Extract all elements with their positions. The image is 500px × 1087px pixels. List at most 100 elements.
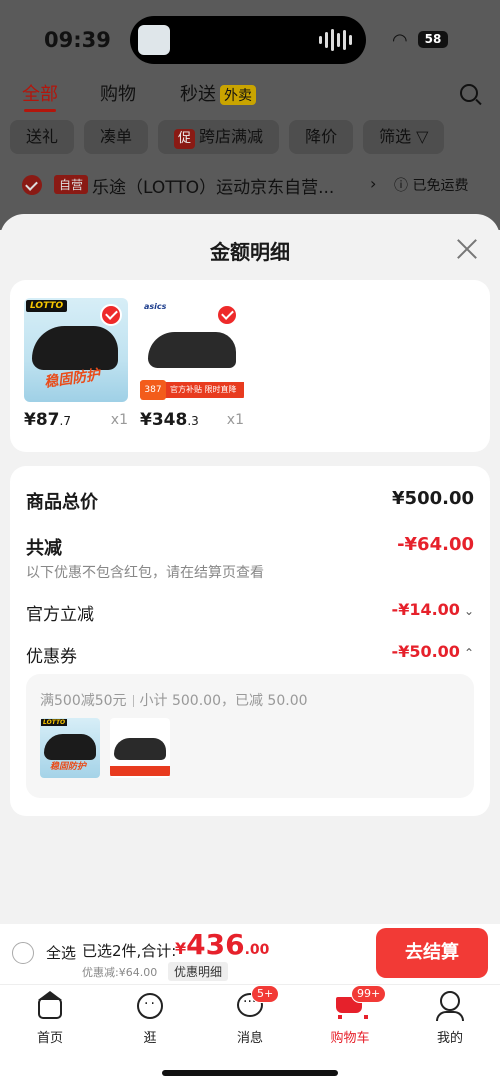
shoe-graphic [32, 326, 118, 370]
chip-combine[interactable]: 凑单 [84, 120, 149, 154]
waimai-badge: 外卖 [220, 85, 256, 105]
tab-messages[interactable]: 5+ 消息 [200, 985, 300, 1046]
search-icon[interactable] [460, 84, 478, 102]
shoe-graphic [148, 332, 236, 368]
tab-browse[interactable]: 逛 [100, 991, 200, 1046]
home-indicator [162, 1070, 338, 1076]
coupon-value: -¥50.00 ⌃ [392, 642, 474, 661]
chip-cross-store-label: 跨店满减 [199, 127, 264, 146]
sheet-title: 金额明细 [210, 240, 290, 264]
selected-check-icon[interactable] [100, 304, 122, 326]
discount-summary: 优惠减:¥64.00 [82, 966, 158, 979]
shipping-text: 已免运费 [412, 178, 469, 194]
tab-cart[interactable]: 99+ 购物车 [300, 985, 400, 1046]
message-badge: 5+ [251, 985, 280, 1003]
official-value: -¥14.00 ⌄ [392, 600, 474, 619]
total-price: ¥436.00 [175, 928, 269, 961]
reduce-value: -¥64.00 [397, 534, 474, 555]
tag-price: 387 [140, 380, 166, 400]
price-decimal: .00 [244, 942, 270, 958]
divider [132, 695, 134, 707]
checkout-bar: 全选 已选2件,合计: ¥436.00 优惠减:¥64.00 优惠明细 去结算 [0, 924, 500, 984]
wifi-icon: ◠ [392, 30, 408, 51]
price-main: ¥348 [140, 410, 188, 430]
coupon-label: 优惠券 [26, 647, 77, 667]
background-overlay[interactable]: 09:39 ◠ 58 全部 购物 秒送 外卖 送礼 凑单 促跨店满减 降价 筛选 … [0, 0, 500, 230]
select-all-label[interactable]: 全选 [46, 942, 76, 963]
tab-express[interactable]: 秒送 外卖 [180, 80, 256, 106]
chip-price-drop[interactable]: 降价 [289, 120, 354, 154]
coupon-product-thumbnail [110, 718, 170, 778]
now-playing-thumbnail [138, 25, 170, 55]
brand-logo: LOTTO [26, 300, 68, 312]
product-qty: x1 [226, 412, 244, 428]
self-operated-badge: 自营 [54, 175, 89, 194]
product-item[interactable]: LOTTO 稳固防护 ¥87.7 x1 [24, 298, 128, 430]
store-header: 自营 乐途（LOTTO）运动京东自营... › ⓘ 已免运费 [0, 166, 500, 206]
close-icon[interactable] [456, 238, 478, 260]
tab-profile[interactable]: 我的 [400, 991, 500, 1046]
shoe-graphic [44, 734, 96, 760]
coupon-text: 满500减50元 小计 500.00，已减 50.00 [40, 690, 308, 710]
tab-label: 首页 [36, 1031, 63, 1046]
coupon-amount: -¥50.00 [391, 642, 460, 661]
price-decimal: .7 [59, 414, 71, 428]
discount-note: 以下优惠不包含红包，请在结算页查看 [26, 565, 264, 581]
tab-all[interactable]: 全部 [22, 80, 58, 112]
tab-label: 我的 [436, 1031, 463, 1046]
product-qty: x1 [110, 412, 128, 428]
official-amount: -¥14.00 [391, 600, 460, 619]
product-image: LOTTO 稳固防护 [24, 298, 128, 402]
chevron-down-icon: ⌄ [463, 604, 474, 618]
price-summary-card: 商品总价 ¥500.00 共减 -¥64.00 以下优惠不包含红包，请在结算页查… [10, 466, 490, 816]
official-label: 官方立减 [26, 605, 94, 625]
checkout-button[interactable]: 去结算 [376, 928, 488, 978]
price-decimal: .3 [187, 414, 199, 428]
chip-filter[interactable]: 筛选 ▽ [363, 120, 445, 154]
top-tabs: 全部 购物 秒送 外卖 [0, 80, 500, 112]
coupon-rule: 满500减50元 [40, 693, 127, 709]
audio-wave-icon [319, 28, 352, 52]
selected-check-icon[interactable] [216, 304, 238, 326]
brand-logo: LOTTO [41, 719, 68, 726]
promo-banner [110, 766, 170, 776]
coupon-product-thumbnail: LOTTO 稳固防护 [40, 718, 100, 778]
tab-label: 消息 [236, 1031, 263, 1046]
product-price: ¥87.7 [24, 410, 71, 430]
discount-detail-button[interactable]: 优惠明细 [168, 962, 229, 981]
coupon-subtotal: 小计 500.00，已减 50.00 [139, 693, 308, 709]
price-main: ¥87 [24, 410, 60, 430]
browse-icon [135, 991, 165, 1021]
coupon-detail: 满500减50元 小计 500.00，已减 50.00 LOTTO 稳固防护 [26, 674, 474, 798]
brand-logo: asics [144, 302, 167, 311]
chip-gift[interactable]: 送礼 [10, 120, 75, 154]
store-name[interactable]: 乐途（LOTTO）运动京东自营... [92, 173, 334, 198]
tab-express-label: 秒送 [180, 84, 216, 105]
dynamic-island [130, 16, 366, 64]
chip-cross-store[interactable]: 促跨店满减 [158, 120, 280, 154]
filter-chips: 送礼 凑单 促跨店满减 降价 筛选 ▽ [10, 120, 445, 154]
total-label: 商品总价 [26, 492, 98, 513]
selected-info: 已选2件,合计: [82, 942, 177, 960]
cart-badge: 99+ [351, 985, 387, 1003]
store-check-icon[interactable] [22, 175, 42, 195]
product-image: asics 官方补贴 限时直降 387 [140, 298, 244, 402]
shoe-graphic [114, 738, 166, 760]
status-time: 09:39 [44, 28, 111, 52]
profile-icon [435, 991, 465, 1021]
product-slogan: 稳固防护 [50, 762, 87, 772]
price-int: 436 [186, 928, 245, 961]
currency: ¥ [175, 939, 187, 958]
shipping-info: ⓘ 已免运费 [394, 178, 469, 194]
product-item[interactable]: asics 官方补贴 限时直降 387 ¥348.3 x1 [140, 298, 244, 430]
chevron-up-icon: ⌃ [463, 646, 474, 660]
status-bar: 09:39 ◠ 58 [0, 0, 500, 80]
select-all-radio[interactable] [12, 942, 34, 964]
chevron-right-icon[interactable]: › [370, 174, 376, 193]
product-card: LOTTO 稳固防护 ¥87.7 x1 asics 官方补贴 限时直降 387 … [10, 280, 490, 452]
tab-home[interactable]: 首页 [0, 991, 100, 1046]
reduce-label: 共减 [26, 538, 62, 559]
battery-icon: 58 [418, 31, 448, 48]
promo-tag: 促 [174, 129, 196, 149]
tab-shopping[interactable]: 购物 [100, 80, 136, 106]
